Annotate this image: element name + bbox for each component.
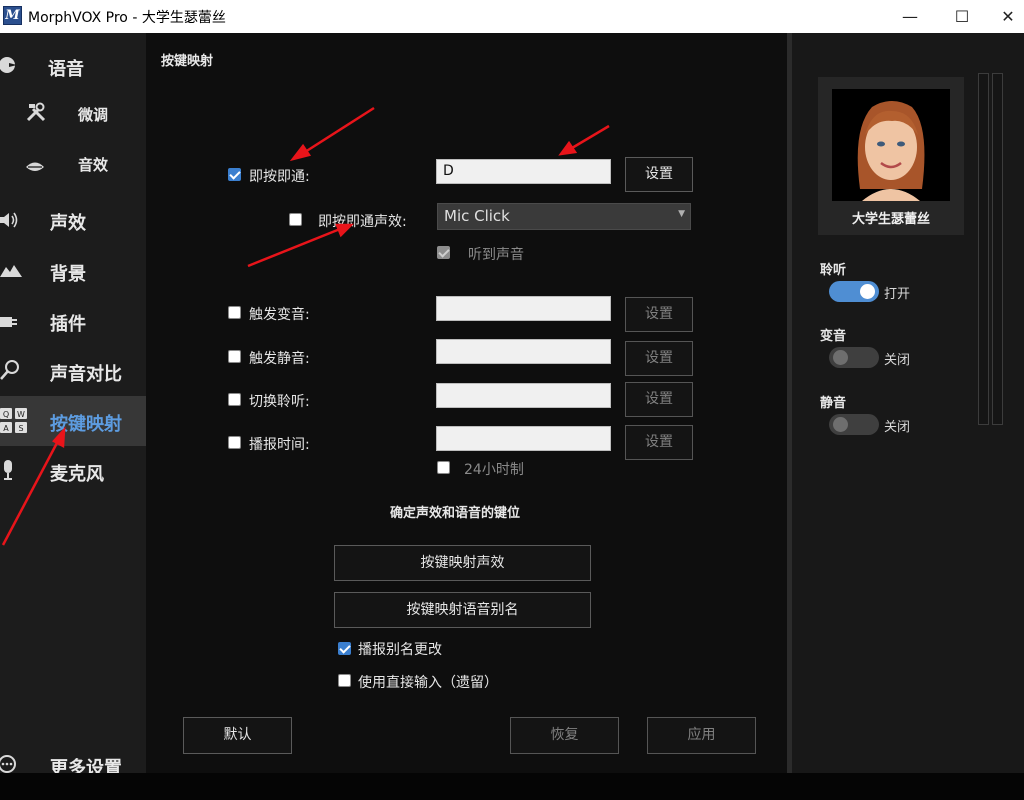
trigger-mute-label: 触发静音: [249, 351, 310, 367]
hear-sound-label: 听到声音 [468, 247, 524, 263]
key-binding-panel: 按键映射 即按即通: D 设置 即按即通声效: Mic Click ▼ 听到声音… [146, 33, 787, 773]
output-level-meter [992, 73, 1003, 425]
announce-time-label: 播报时间: [249, 437, 310, 453]
nav-label-tweak: 微调 [78, 106, 109, 124]
direct-input-checkbox[interactable] [338, 674, 351, 687]
nav-label-voice: 语音 [48, 59, 84, 80]
tools-icon [25, 101, 47, 128]
trigger-mute-checkbox[interactable] [228, 350, 241, 363]
push-to-talk-label: 即按即通: [249, 169, 310, 185]
mute-label: 静音 [820, 396, 847, 411]
morph-label: 变音 [820, 329, 847, 344]
chevron-down-icon: ▼ [678, 209, 685, 219]
map-sound-button[interactable]: 按键映射声效 [334, 545, 591, 581]
title-bar: M MorphVOX Pro - 大学生瑟蕾丝 — ☐ ✕ [0, 0, 1024, 33]
nav-item-sound-fx[interactable]: 音效 [0, 139, 146, 189]
window-title: MorphVOX Pro - 大学生瑟蕾丝 [28, 10, 226, 26]
ptt-sound-select[interactable]: Mic Click ▼ [437, 203, 691, 230]
nav-label-microphone: 麦克风 [50, 464, 104, 485]
more-icon [0, 754, 18, 773]
close-button[interactable]: ✕ [985, 0, 1024, 33]
push-to-talk-checkbox[interactable] [228, 168, 241, 181]
trigger-morph-set-button[interactable]: 设置 [625, 297, 693, 332]
toggle-listen-key-field[interactable] [436, 383, 611, 408]
announce-time-key-field[interactable] [436, 426, 611, 451]
nav-label-voice-compare: 声音对比 [50, 364, 122, 385]
listen-state: 打开 [884, 287, 911, 302]
announce-time-checkbox[interactable] [228, 436, 241, 449]
mute-state: 关闭 [884, 420, 911, 435]
ptt-sound-label: 即按即通声效: [318, 214, 407, 230]
bottom-strip [0, 773, 1024, 800]
trigger-morph-checkbox[interactable] [228, 306, 241, 319]
nav-label-more-settings: 更多设置 [50, 758, 122, 773]
push-to-talk-key-field[interactable]: D [436, 159, 611, 184]
clock-24h-label: 24小时制 [464, 462, 524, 478]
microphone-icon [0, 459, 16, 486]
nav-label-background: 背景 [50, 264, 86, 285]
toggle-listen-checkbox[interactable] [228, 393, 241, 406]
voice-status-panel: 大学生瑟蕾丝 聆听 打开 变音 关闭 静音 关闭 [792, 33, 1024, 773]
hear-sound-checkbox[interactable] [437, 246, 450, 259]
push-to-talk-set-button[interactable]: 设置 [625, 157, 693, 192]
voice-avatar-photo [832, 89, 950, 201]
morph-toggle[interactable] [829, 347, 879, 368]
speaker-icon [0, 210, 20, 235]
nav-item-plugins[interactable]: 插件 [0, 296, 146, 346]
nav-item-more-settings[interactable]: 更多设置 [0, 740, 146, 773]
ptt-sound-selected: Mic Click [444, 207, 510, 225]
clock-24h-checkbox[interactable] [437, 461, 450, 474]
keyboard-keys-icon: Q W A S [0, 407, 30, 435]
toggle-listen-set-button[interactable]: 设置 [625, 382, 693, 417]
listen-label: 聆听 [820, 263, 847, 278]
voice-avatar-card[interactable]: 大学生瑟蕾丝 [818, 77, 964, 235]
keycap-q: Q [3, 410, 9, 419]
trigger-morph-key-field[interactable] [436, 296, 611, 321]
nav-item-key-binding[interactable]: Q W A S 按键映射 [0, 396, 146, 446]
voice-keys-heading: 确定声效和语音的键位 [390, 506, 521, 521]
trigger-mute-set-button[interactable]: 设置 [625, 341, 693, 376]
apply-button[interactable]: 应用 [647, 717, 756, 754]
toggle-listen-label: 切换聆听: [249, 394, 310, 410]
nav-label-sound-effects: 声效 [50, 213, 86, 234]
ptt-sound-checkbox[interactable] [289, 213, 302, 226]
trigger-mute-key-field[interactable] [436, 339, 611, 364]
nav-item-background[interactable]: 背景 [0, 246, 146, 296]
voice-icon [0, 55, 18, 80]
lips-icon [25, 156, 45, 178]
morph-state: 关闭 [884, 353, 911, 368]
restore-button[interactable]: 恢复 [510, 717, 619, 754]
announce-alias-checkbox[interactable] [338, 642, 351, 655]
voice-name: 大学生瑟蕾丝 [851, 212, 930, 227]
nav-label-plugins: 插件 [50, 314, 86, 335]
section-title: 按键映射 [161, 54, 214, 69]
background-icon [0, 262, 22, 284]
listen-toggle[interactable] [829, 281, 879, 302]
nav-item-microphone[interactable]: 麦克风 [0, 446, 146, 496]
direct-input-label: 使用直接输入（遗留） [358, 675, 498, 691]
keycap-w: W [17, 410, 25, 419]
keycap-s: S [18, 424, 23, 433]
nav-item-voice-compare[interactable]: 声音对比 [0, 346, 146, 396]
announce-time-set-button[interactable]: 设置 [625, 425, 693, 460]
map-voice-alias-button[interactable]: 按键映射语音别名 [334, 592, 591, 628]
input-level-meter [978, 73, 989, 425]
minimize-button[interactable]: — [887, 0, 933, 33]
nav-item-sound-effects[interactable]: 声效 [0, 195, 146, 245]
nav-label-key-binding: 按键映射 [50, 414, 122, 435]
mute-toggle[interactable] [829, 414, 879, 435]
default-button[interactable]: 默认 [183, 717, 292, 754]
announce-alias-label: 播报别名更改 [358, 642, 442, 658]
sidebar-nav: 语音 微调 音效 声效 背景 插件 声音对比 Q W A S 按键映射 麦克风 … [0, 33, 146, 773]
keycap-a: A [3, 424, 9, 433]
nav-item-tweak[interactable]: 微调 [0, 89, 146, 139]
maximize-button[interactable]: ☐ [939, 0, 985, 33]
plugin-icon [0, 312, 22, 334]
morphvox-app-icon: M [3, 6, 22, 25]
nav-label-sound-fx: 音效 [78, 156, 109, 174]
trigger-morph-label: 触发变音: [249, 307, 310, 323]
magnifier-icon [0, 359, 20, 386]
nav-item-voice[interactable]: 语音 [0, 42, 146, 92]
